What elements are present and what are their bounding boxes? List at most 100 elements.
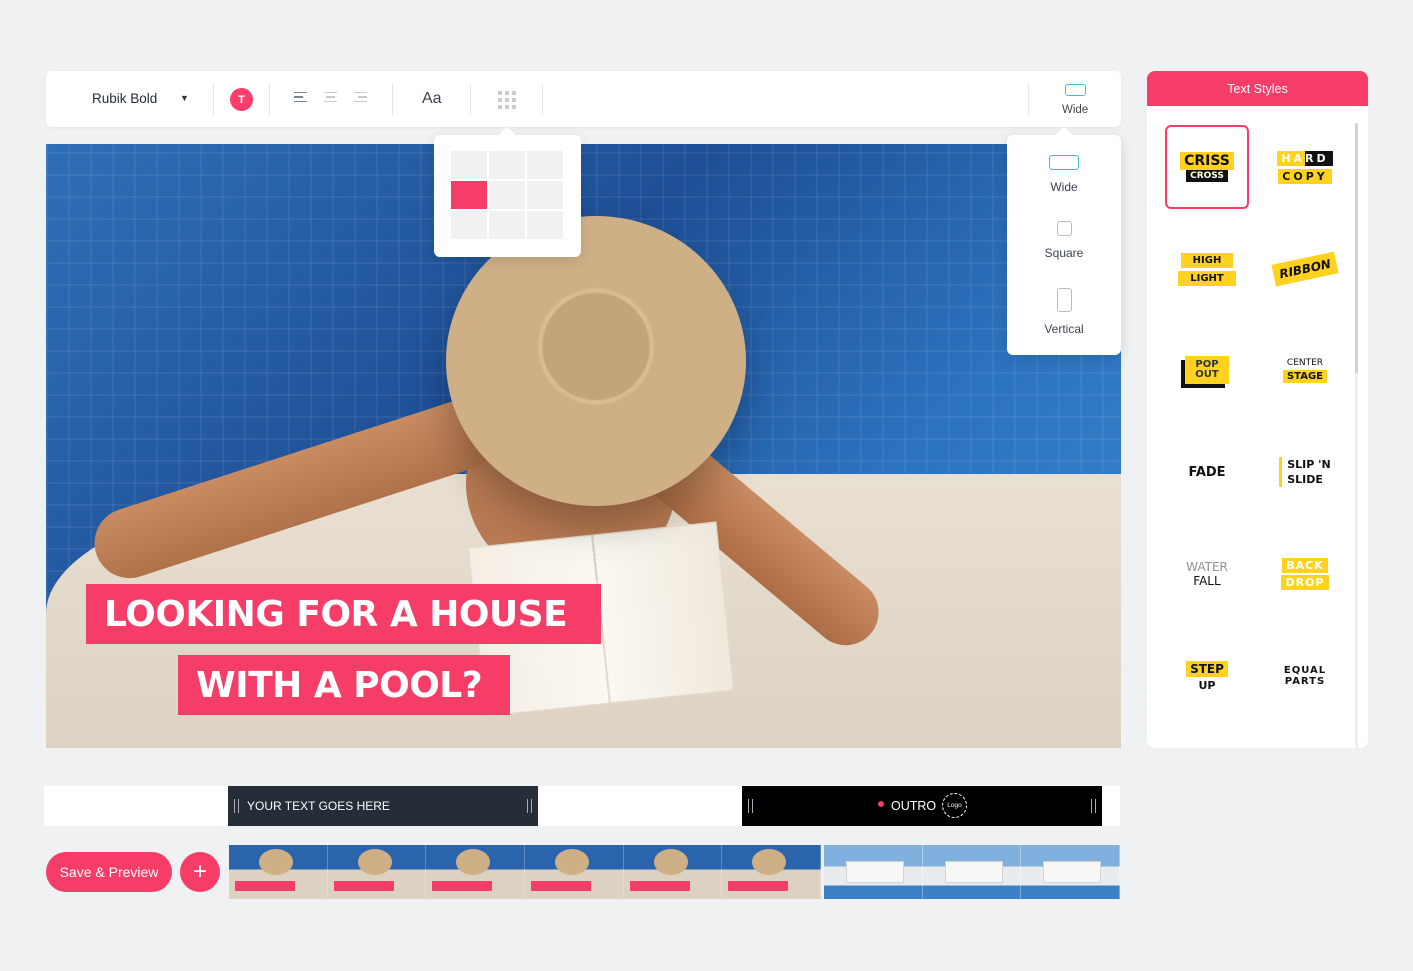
style-back-drop[interactable]: BACK DROP [1263, 532, 1347, 616]
chevron-down-icon[interactable]: ▼ [180, 93, 189, 103]
square-ratio-icon [1056, 221, 1072, 236]
style-label: COPY [1278, 168, 1332, 184]
position-cell[interactable] [527, 151, 563, 179]
record-dot-icon [878, 801, 884, 807]
aspect-ratio-icon[interactable] [1065, 84, 1086, 96]
style-center-stage[interactable]: CENTER STAGE [1263, 328, 1347, 412]
aspect-option-label: Wide [1050, 180, 1078, 194]
style-waterfall[interactable]: WATER FALL [1165, 532, 1249, 616]
caption-line-2[interactable]: WITH A POOL? [178, 655, 510, 715]
aspect-option-label: Square [1044, 246, 1084, 260]
style-label: DROP [1281, 575, 1329, 590]
style-label: STEP [1186, 660, 1228, 677]
styles-scrollbar[interactable] [1355, 123, 1358, 748]
filmstrip-frame [922, 845, 1022, 899]
text-case-button[interactable]: Aa [422, 90, 442, 108]
style-label: CROSS [1186, 170, 1228, 182]
style-pop-out[interactable]: POP OUT [1165, 328, 1249, 412]
save-preview-button[interactable]: Save & Preview [46, 852, 172, 892]
align-left-icon[interactable] [294, 92, 307, 104]
aspect-option-wide[interactable]: Wide [1007, 155, 1121, 194]
style-label: SLIP 'N [1287, 458, 1331, 471]
clip-trim-handle-right[interactable] [1091, 799, 1096, 813]
filmstrip-frame [327, 845, 427, 899]
position-cell[interactable] [489, 181, 525, 209]
style-slip-n-slide[interactable]: SLIP 'N SLIDE [1263, 430, 1347, 514]
aspect-ratio-popup: Wide Square Vertical [1007, 135, 1121, 355]
toolbar-divider [470, 83, 471, 116]
style-fade[interactable]: FADE [1165, 430, 1249, 514]
position-cell[interactable] [527, 211, 563, 239]
position-grid [451, 151, 564, 239]
style-label: SLIDE [1287, 473, 1323, 486]
video-preview[interactable]: LOOKING FOR A HOUSE WITH A POOL? [46, 144, 1121, 748]
toolbar-divider [542, 83, 543, 116]
clip-trim-handle-left[interactable] [748, 799, 753, 813]
toolbar-divider [269, 83, 270, 116]
style-label: WATER [1186, 560, 1228, 574]
sun-hat-image [446, 216, 746, 506]
text-styles-title: Text Styles [1147, 71, 1368, 106]
position-cell[interactable] [451, 181, 487, 209]
style-label: HIGH [1180, 252, 1234, 268]
style-ribbon[interactable]: RIBBON [1263, 227, 1347, 311]
toolbar-divider [1028, 83, 1029, 116]
style-label: UP [1198, 678, 1216, 692]
position-cell[interactable] [451, 151, 487, 179]
aspect-ratio-label[interactable]: Wide [1062, 104, 1088, 116]
style-label: STAGE [1282, 369, 1328, 383]
style-label: OUT [1195, 369, 1219, 380]
position-cell[interactable] [527, 181, 563, 209]
filmstrip-frame [426, 845, 526, 899]
add-scene-button[interactable]: + [180, 852, 220, 892]
caption-line-1[interactable]: LOOKING FOR A HOUSE [86, 584, 601, 644]
filmstrip-frame [229, 845, 328, 899]
style-label: FALL [1193, 574, 1221, 588]
style-equal-parts[interactable]: EQUAL PARTS [1263, 634, 1347, 718]
aspect-option-vertical[interactable]: Vertical [1007, 288, 1121, 336]
style-hard-copy[interactable]: HARD COPY [1263, 125, 1347, 209]
editor-toolbar: Rubik Bold ▼ T Aa Wide [46, 71, 1121, 127]
style-highlight[interactable]: HIGH LIGHT [1165, 227, 1249, 311]
style-label: LIGHT [1178, 270, 1236, 286]
style-step-up[interactable]: STEP UP [1165, 634, 1249, 718]
text-clip[interactable]: YOUR TEXT GOES HERE [228, 786, 538, 826]
filmstrip-frame [722, 845, 822, 899]
clip-trim-handle-left[interactable] [234, 799, 239, 813]
scene-filmstrip[interactable] [229, 845, 1121, 899]
vertical-ratio-icon [1056, 288, 1072, 312]
text-clip-label: YOUR TEXT GOES HERE [247, 799, 390, 813]
text-styles-panel: Text Styles CRISS CROSS HARD COPY HIGH L… [1147, 71, 1368, 748]
outro-clip-label: OUTRO [891, 799, 937, 813]
filmstrip-frame [824, 845, 923, 899]
outro-clip[interactable]: OUTRO Logo [742, 786, 1102, 826]
text-color-button[interactable]: T [230, 88, 253, 111]
aspect-option-label: Vertical [1044, 322, 1084, 336]
font-family-select[interactable]: Rubik Bold [92, 91, 157, 106]
filmstrip-frame [525, 845, 624, 899]
align-center-icon[interactable] [324, 92, 337, 104]
toolbar-divider [213, 83, 214, 116]
style-criss-cross[interactable]: CRISS CROSS [1165, 125, 1249, 209]
style-label: PARTS [1284, 676, 1326, 687]
toolbar-divider [392, 83, 393, 116]
align-right-icon[interactable] [354, 92, 367, 104]
style-label: FADE [1188, 464, 1226, 480]
style-label: RIBBON [1271, 251, 1339, 287]
style-label: CRISS [1180, 152, 1234, 170]
filmstrip-frame [1021, 845, 1121, 899]
position-cell[interactable] [451, 211, 487, 239]
style-label: BACK [1282, 558, 1328, 573]
position-grid-icon[interactable] [498, 91, 516, 109]
clip-trim-handle-right[interactable] [527, 799, 532, 813]
style-badge: SLIP 'N SLIDE [1279, 457, 1331, 487]
position-cell[interactable] [489, 151, 525, 179]
filmstrip-frame [623, 845, 723, 899]
style-label: EQUAL [1283, 665, 1327, 676]
style-label: CENTER [1286, 357, 1324, 368]
text-position-popup [434, 135, 581, 257]
style-label: HARD [1277, 150, 1333, 166]
position-cell[interactable] [489, 211, 525, 239]
logo-badge[interactable]: Logo [942, 793, 967, 818]
aspect-option-square[interactable]: Square [1007, 221, 1121, 260]
